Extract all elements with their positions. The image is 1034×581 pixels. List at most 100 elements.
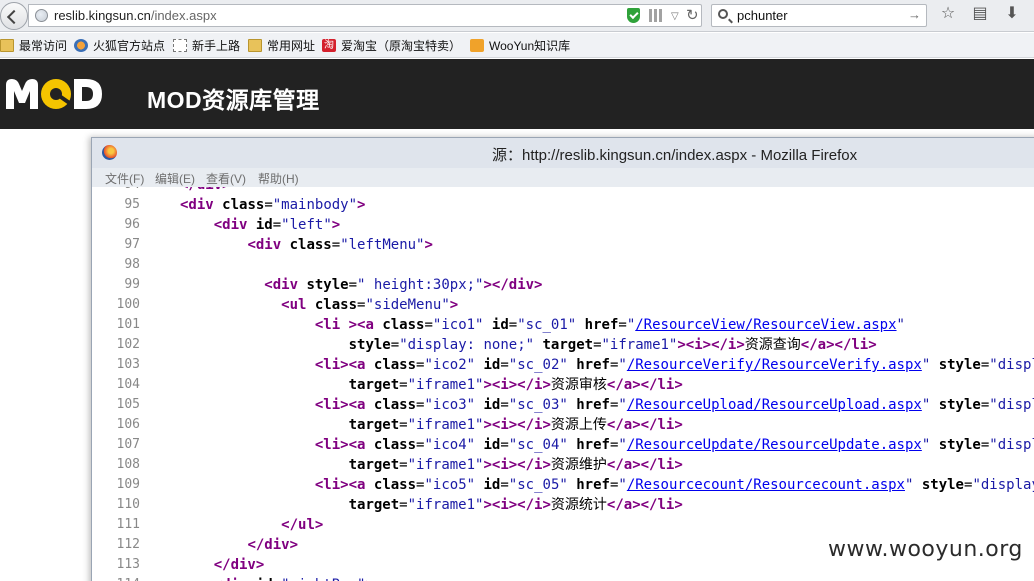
code-token: " (626, 317, 636, 333)
bookmark-common-sites[interactable]: 常用网址 (248, 37, 315, 54)
line-number: 98 (124, 257, 140, 272)
line-code: target="iframe1"><i></i>资源统计</a></li> (349, 495, 683, 515)
line-number: 100 (116, 297, 140, 312)
source-link[interactable]: /Resourcecount/Resourcecount.aspx (627, 477, 905, 493)
code-token: <li><a (314, 397, 374, 413)
line-code: <div id="left"> (214, 215, 340, 235)
address-bar[interactable]: reslib.kingsun.cn/index.aspx ▽ ↻ (28, 4, 702, 27)
code-token: " (921, 357, 939, 373)
code-token: style (348, 337, 391, 353)
code-token: "display: none;" (399, 337, 543, 353)
line-number: 113 (116, 557, 140, 572)
source-line: 104 target="iframe1"><i></i>资源审核</a></li> (92, 375, 1034, 395)
code-token: " (618, 437, 627, 453)
menu-file[interactable]: 文件(F) (105, 170, 144, 187)
source-line: 98 (92, 255, 1034, 275)
line-code: </ul> (281, 515, 323, 535)
menu-view[interactable]: 查看(V) (206, 170, 246, 187)
code-token: </a></li> (606, 457, 683, 473)
line-code: <li ><a class="ico1" id="sc_01" href="/R… (315, 315, 905, 335)
bookmarks-bar: 最常访问 火狐官方站点 新手上路 常用网址 淘爱淘宝（原淘宝特卖） WooYun… (0, 33, 1034, 58)
code-token: = (331, 237, 341, 253)
code-token: "mainbody" (272, 197, 358, 213)
code-token: = (500, 437, 509, 453)
code-token: <li><a (314, 437, 374, 453)
code-token: class (373, 397, 417, 413)
bookmark-firefox-site[interactable]: 火狐官方站点 (74, 37, 165, 54)
line-code: </div> (214, 555, 265, 575)
code-token: href (576, 477, 610, 493)
code-token: <ul (281, 297, 315, 313)
source-link[interactable]: /ResourceUpdate/ResourceUpdate.aspx (627, 437, 922, 453)
code-token: </a></li> (606, 497, 683, 513)
code-token: 资源上传 (550, 417, 607, 433)
bookmark-getting-started[interactable]: 新手上路 (173, 37, 240, 54)
shield-check-icon[interactable] (627, 8, 640, 23)
source-line: 96 <div id="left"> (92, 215, 1034, 235)
bookmark-taobao[interactable]: 淘爱淘宝（原淘宝特卖） (322, 37, 461, 54)
code-token: "rightBox" (281, 577, 365, 581)
code-token: = (593, 337, 602, 353)
line-code: <div class="leftMenu"> (247, 235, 432, 255)
window-titlebar[interactable]: 源：http://reslib.kingsun.cn/index.aspx - … (92, 138, 1034, 168)
folder-icon (0, 39, 14, 52)
globe-icon (35, 9, 48, 22)
source-line: 97 <div class="leftMenu"> (92, 235, 1034, 255)
view-source-window: 源：http://reslib.kingsun.cn/index.aspx - … (91, 137, 1034, 581)
line-number: 114 (92, 575, 140, 581)
source-link[interactable]: /ResourceUpload/ResourceUpload.aspx (627, 397, 922, 413)
code-token: "sc_04" (508, 437, 577, 453)
download-icon[interactable]: ⬇ (1004, 6, 1020, 22)
code-token: id (483, 357, 501, 373)
firefox-icon (102, 145, 117, 160)
code-token: = (348, 277, 358, 293)
code-token: ><i></i> (483, 497, 551, 513)
history-dropdown-icon[interactable]: ▽ (671, 11, 679, 22)
line-number: 109 (116, 477, 140, 492)
search-bar[interactable]: pchunter → (711, 4, 927, 27)
code-token: <div (180, 197, 223, 213)
source-link[interactable]: /ResourceView/ResourceView.aspx (635, 317, 896, 333)
code-token: href (584, 317, 619, 333)
menu-help[interactable]: 帮助(H) (258, 170, 299, 187)
menu-edit[interactable]: 编辑(E) (155, 170, 195, 187)
bookmark-label: WooYun知识库 (489, 39, 571, 53)
line-number: 106 (116, 417, 140, 432)
code-token: style (938, 397, 981, 413)
line-code: <li><a class="ico2" id="sc_02" href="/Re… (315, 355, 1034, 375)
bookmark-label: 新手上路 (192, 39, 241, 53)
line-number: 96 (124, 217, 140, 232)
reload-icon[interactable]: ↻ (686, 6, 699, 24)
code-token: target (348, 457, 400, 473)
back-button[interactable] (0, 2, 28, 30)
reading-list-icon[interactable]: ▤ (972, 6, 988, 22)
search-input[interactable]: pchunter (737, 8, 788, 23)
taobao-icon: 淘 (322, 39, 336, 52)
bookmark-most-visited[interactable]: 最常访问 (0, 37, 67, 54)
line-number: 97 (124, 237, 140, 252)
code-token: </ul> (281, 517, 324, 533)
code-token: "iframe1" (407, 377, 484, 393)
code-token: = (272, 217, 282, 233)
qr-code-icon[interactable] (649, 9, 662, 22)
code-token: "display: (989, 397, 1034, 413)
bookmark-star-icon[interactable]: ☆ (940, 6, 956, 22)
bookmark-label: 火狐官方站点 (93, 39, 166, 53)
source-code-view[interactable]: 94</div>95<div class="mainbody">96<div i… (92, 187, 1034, 581)
code-token: "iframe1" (407, 457, 484, 473)
code-token: <div (247, 237, 290, 253)
code-token: "sideMenu" (365, 297, 450, 313)
code-token: </div> (247, 537, 299, 553)
code-token: = (399, 457, 408, 473)
search-go-icon[interactable]: → (908, 7, 921, 22)
line-number: 105 (116, 397, 140, 412)
line-code: <li><a class="ico5" id="sc_05" href="/Re… (315, 475, 1034, 495)
source-link[interactable]: /ResourceVerify/ResourceVerify.aspx (627, 357, 922, 373)
code-token: ><i></i> (483, 457, 551, 473)
code-token: style (938, 357, 981, 373)
code-token: "leftMenu" (340, 237, 425, 253)
code-token: class (314, 297, 358, 313)
code-token: "ico3" (424, 397, 484, 413)
bookmark-wooyun[interactable]: WooYun知识库 (470, 37, 570, 54)
code-token: 资源统计 (550, 497, 607, 513)
